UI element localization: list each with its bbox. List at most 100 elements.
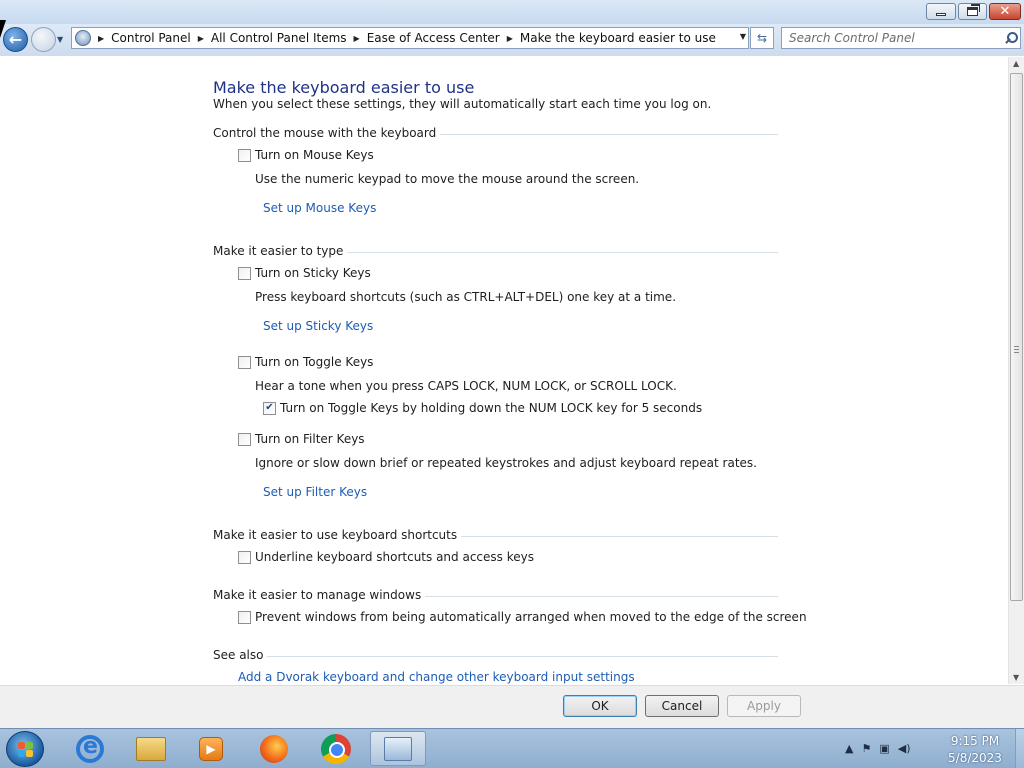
toggle-keys-label[interactable]: Turn on Toggle Keys xyxy=(255,355,373,369)
filter-keys-checkbox[interactable] xyxy=(238,432,251,446)
mouse-keys-description: Use the numeric keypad to move the mouse… xyxy=(255,172,640,186)
breadcrumb-all-items[interactable]: All Control Panel Items xyxy=(211,31,347,45)
section-divider xyxy=(213,656,778,657)
system-tray: ▲ ⚑ ▣ ◀) xyxy=(845,738,911,758)
scroll-down-icon[interactable]: ▼ xyxy=(1013,673,1019,682)
ok-button[interactable]: OK xyxy=(563,695,637,717)
prevent-arrange-checkbox[interactable] xyxy=(238,610,251,624)
setup-sticky-keys-link[interactable]: Set up Sticky Keys xyxy=(263,319,373,333)
taskbar-internet-explorer[interactable] xyxy=(62,731,118,766)
network-icon[interactable]: ▣ xyxy=(879,742,889,755)
forward-button[interactable] xyxy=(31,27,56,52)
address-bar[interactable]: ▶ Control Panel ▶ All Control Panel Item… xyxy=(71,27,749,49)
mouse-cursor-icon xyxy=(0,20,12,38)
search-icon[interactable] xyxy=(1003,31,1018,45)
filter-keys-description: Ignore or slow down brief or repeated ke… xyxy=(255,456,757,470)
action-center-flag-icon[interactable]: ⚑ xyxy=(861,742,871,755)
toggle-keys-checkbox[interactable] xyxy=(238,355,251,369)
folder-icon xyxy=(136,736,166,761)
internet-explorer-icon xyxy=(76,734,104,763)
section-heading: Make it easier to manage windows xyxy=(213,588,426,602)
mouse-keys-checkbox[interactable] xyxy=(238,148,251,162)
windows-logo-icon xyxy=(18,742,33,757)
restore-button[interactable] xyxy=(958,3,987,20)
prevent-arrange-label[interactable]: Prevent windows from being automatically… xyxy=(255,610,807,624)
sticky-keys-description: Press keyboard shortcuts (such as CTRL+A… xyxy=(255,290,677,304)
mouse-keys-option[interactable]: Turn on Mouse Keys xyxy=(238,148,374,162)
toggle-keys-hold-option[interactable]: ✔ Turn on Toggle Keys by holding down th… xyxy=(263,401,702,415)
section-mouse: Control the mouse with the keyboard xyxy=(213,126,778,142)
content-pane: Make the keyboard easier to use When you… xyxy=(0,57,1008,684)
section-heading: Make it easier to type xyxy=(213,244,348,258)
control-panel-icon xyxy=(75,30,91,46)
filter-keys-option[interactable]: Turn on Filter Keys xyxy=(238,432,365,446)
taskbar-windows-explorer[interactable] xyxy=(123,731,179,766)
dialog-footer xyxy=(0,685,1024,728)
chevron-right-icon[interactable]: ▶ xyxy=(507,34,513,43)
vertical-scrollbar[interactable]: ▲ ▼ xyxy=(1008,57,1024,684)
volume-icon[interactable]: ◀) xyxy=(898,742,911,755)
scroll-thumb[interactable] xyxy=(1010,73,1023,601)
chevron-right-icon[interactable]: ▶ xyxy=(98,34,104,43)
search-input[interactable] xyxy=(782,29,1003,47)
mouse-keys-label[interactable]: Turn on Mouse Keys xyxy=(255,148,374,162)
address-dropdown-icon[interactable]: ▼ xyxy=(740,32,746,41)
filter-keys-label[interactable]: Turn on Filter Keys xyxy=(255,432,365,446)
section-heading: See also xyxy=(213,648,268,662)
apply-button[interactable]: Apply xyxy=(727,695,801,717)
underline-shortcuts-checkbox[interactable] xyxy=(238,550,251,564)
taskbar-control-panel[interactable] xyxy=(370,731,426,766)
firefox-icon xyxy=(260,734,288,763)
grip-icon xyxy=(1014,346,1019,353)
clock-time: 9:15 PM xyxy=(950,734,1000,748)
toggle-keys-hold-label[interactable]: Turn on Toggle Keys by holding down the … xyxy=(280,401,702,415)
refresh-icon: ⇆ xyxy=(756,31,768,45)
minimize-icon xyxy=(936,13,946,16)
chevron-right-icon[interactable]: ▶ xyxy=(198,34,204,43)
breadcrumb-control-panel[interactable]: Control Panel xyxy=(111,31,191,45)
taskbar-clock[interactable]: 9:15 PM 5/8/2023 xyxy=(935,733,1015,767)
refresh-button[interactable]: ⇆ xyxy=(750,27,774,49)
restore-icon xyxy=(967,4,980,16)
dvorak-keyboard-link[interactable]: Add a Dvorak keyboard and change other k… xyxy=(238,670,635,684)
section-see-also: See also xyxy=(213,648,778,664)
chevron-right-icon[interactable]: ▶ xyxy=(354,34,360,43)
toggle-keys-option[interactable]: Turn on Toggle Keys xyxy=(238,355,373,369)
toggle-keys-hold-checkbox[interactable]: ✔ xyxy=(263,401,276,415)
section-heading: Control the mouse with the keyboard xyxy=(213,126,441,140)
sticky-keys-option[interactable]: Turn on Sticky Keys xyxy=(238,266,371,280)
minimize-button[interactable] xyxy=(926,3,956,20)
taskbar-firefox[interactable] xyxy=(246,731,302,766)
toggle-keys-description: Hear a tone when you press CAPS LOCK, NU… xyxy=(255,379,677,393)
taskbar-media-player[interactable]: ▶ xyxy=(183,731,239,766)
section-heading: Make it easier to use keyboard shortcuts xyxy=(213,528,462,542)
close-button[interactable]: ✕ xyxy=(989,3,1021,20)
clock-date: 5/8/2023 xyxy=(948,751,1002,765)
taskbar-chrome[interactable] xyxy=(308,731,364,766)
page-subtitle: When you select these settings, they wil… xyxy=(213,97,712,111)
window-title-bar xyxy=(0,0,1024,24)
chrome-icon xyxy=(321,733,351,764)
cancel-button[interactable]: Cancel xyxy=(645,695,719,717)
recent-pages-button[interactable]: ▼ xyxy=(57,35,67,44)
sticky-keys-checkbox[interactable] xyxy=(238,266,251,280)
show-hidden-icons-icon[interactable]: ▲ xyxy=(845,742,853,755)
setup-mouse-keys-link[interactable]: Set up Mouse Keys xyxy=(263,201,376,215)
start-button[interactable] xyxy=(6,731,44,767)
media-player-icon: ▶ xyxy=(199,736,223,761)
show-desktop-button[interactable] xyxy=(1015,729,1024,768)
control-panel-icon xyxy=(384,736,412,761)
search-box[interactable] xyxy=(781,27,1021,49)
underline-shortcuts-label[interactable]: Underline keyboard shortcuts and access … xyxy=(255,550,534,564)
section-type: Make it easier to type xyxy=(213,244,778,260)
close-icon: ✕ xyxy=(999,4,1011,19)
section-windows: Make it easier to manage windows xyxy=(213,588,778,604)
section-shortcuts: Make it easier to use keyboard shortcuts xyxy=(213,528,778,544)
setup-filter-keys-link[interactable]: Set up Filter Keys xyxy=(263,485,367,499)
underline-shortcuts-option[interactable]: Underline keyboard shortcuts and access … xyxy=(238,550,534,564)
sticky-keys-label[interactable]: Turn on Sticky Keys xyxy=(255,266,371,280)
breadcrumb-current[interactable]: Make the keyboard easier to use xyxy=(520,31,716,45)
breadcrumb-ease-of-access[interactable]: Ease of Access Center xyxy=(367,31,500,45)
prevent-arrange-option[interactable]: Prevent windows from being automatically… xyxy=(238,610,807,624)
scroll-up-icon[interactable]: ▲ xyxy=(1013,59,1019,68)
